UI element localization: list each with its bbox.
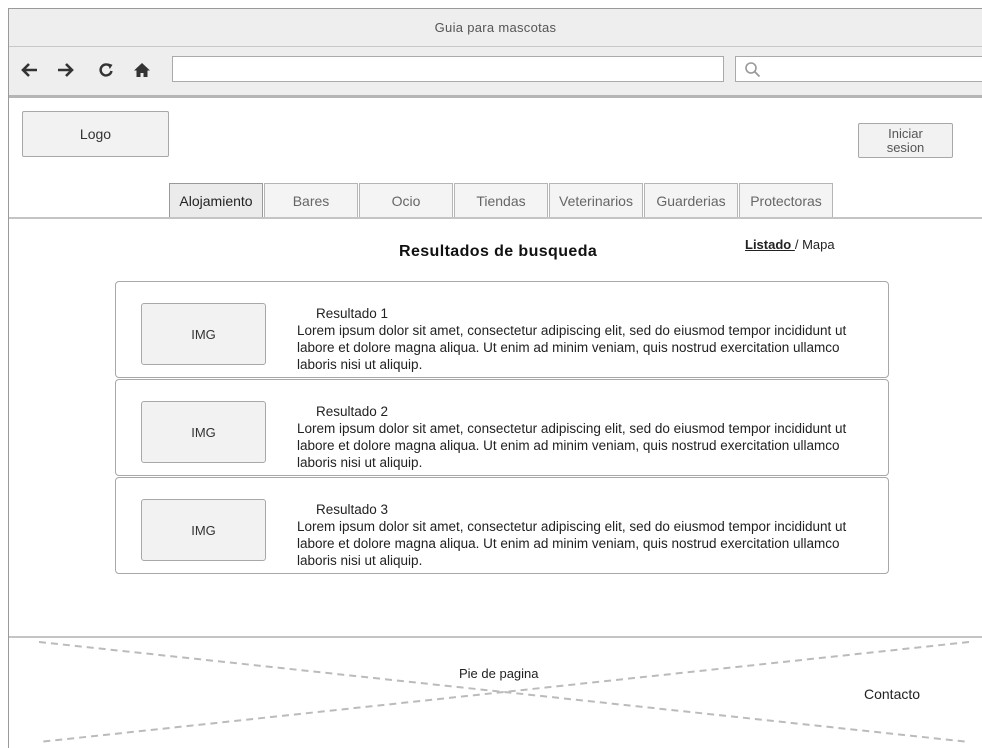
footer-placeholder-cross — [38, 641, 970, 743]
view-toggle: Listado / Mapa — [745, 237, 835, 252]
result-card[interactable]: IMG Resultado 1 Lorem ipsum dolor sit am… — [115, 281, 889, 378]
result-image: IMG — [141, 303, 266, 365]
tab-label: Veterinarios — [559, 192, 633, 209]
tab-veterinarios[interactable]: Veterinarios — [549, 183, 643, 217]
url-input[interactable] — [172, 56, 724, 82]
footer: Pie de pagina Contacto — [9, 636, 982, 744]
search-input[interactable] — [735, 56, 982, 82]
arrow-right-icon[interactable] — [55, 59, 77, 81]
footer-label: Pie de pagina — [457, 666, 541, 681]
view-separator: / — [794, 237, 803, 252]
result-description: Lorem ipsum dolor sit amet, consectetur … — [297, 421, 847, 470]
home-icon[interactable] — [131, 59, 153, 81]
tab-tiendas[interactable]: Tiendas — [454, 183, 548, 217]
browser-navbar — [9, 47, 982, 98]
tab-ocio[interactable]: Ocio — [359, 183, 453, 217]
contact-link[interactable]: Contacto — [864, 686, 920, 702]
tab-alojamiento[interactable]: Alojamiento — [169, 183, 263, 217]
result-description: Lorem ipsum dolor sit amet, consectetur … — [297, 519, 847, 568]
tab-label: Bares — [292, 192, 330, 209]
result-image: IMG — [141, 401, 266, 463]
result-description: Lorem ipsum dolor sit amet, consectetur … — [297, 323, 847, 372]
page-title: Resultados de busqueda — [399, 243, 598, 260]
result-title: Resultado 3 — [316, 502, 389, 517]
map-view-link[interactable]: Mapa — [802, 237, 835, 252]
result-card[interactable]: IMG Resultado 3 Lorem ipsum dolor sit am… — [115, 477, 889, 574]
window-title: Guia para mascotas — [9, 9, 982, 47]
arrow-left-icon[interactable] — [18, 59, 40, 81]
tab-label: Ocio — [391, 192, 421, 209]
tab-label: Tiendas — [476, 192, 526, 209]
result-title: Resultado 1 — [316, 306, 389, 321]
tab-label: Guarderias — [656, 192, 726, 209]
result-title: Resultado 2 — [316, 404, 389, 419]
tab-protectoras[interactable]: Protectoras — [739, 183, 833, 217]
tab-guarderias[interactable]: Guarderias — [644, 183, 738, 217]
category-tabs: Alojamiento Bares Ocio Tiendas Veterinar… — [169, 183, 834, 217]
result-image: IMG — [141, 499, 266, 561]
tab-label: Protectoras — [750, 192, 822, 209]
tab-bares[interactable]: Bares — [264, 183, 358, 217]
search-icon — [745, 62, 761, 78]
header-divider — [9, 217, 982, 219]
list-view-link[interactable]: Listado — [745, 237, 795, 252]
results-list: IMG Resultado 1 Lorem ipsum dolor sit am… — [115, 281, 889, 576]
login-button[interactable]: Iniciar sesion — [858, 123, 953, 158]
login-button-label: Iniciar sesion — [886, 125, 925, 155]
result-card[interactable]: IMG Resultado 2 Lorem ipsum dolor sit am… — [115, 379, 889, 476]
tab-label: Alojamiento — [179, 192, 253, 209]
reload-icon[interactable] — [95, 59, 117, 81]
logo: Logo — [22, 111, 169, 157]
